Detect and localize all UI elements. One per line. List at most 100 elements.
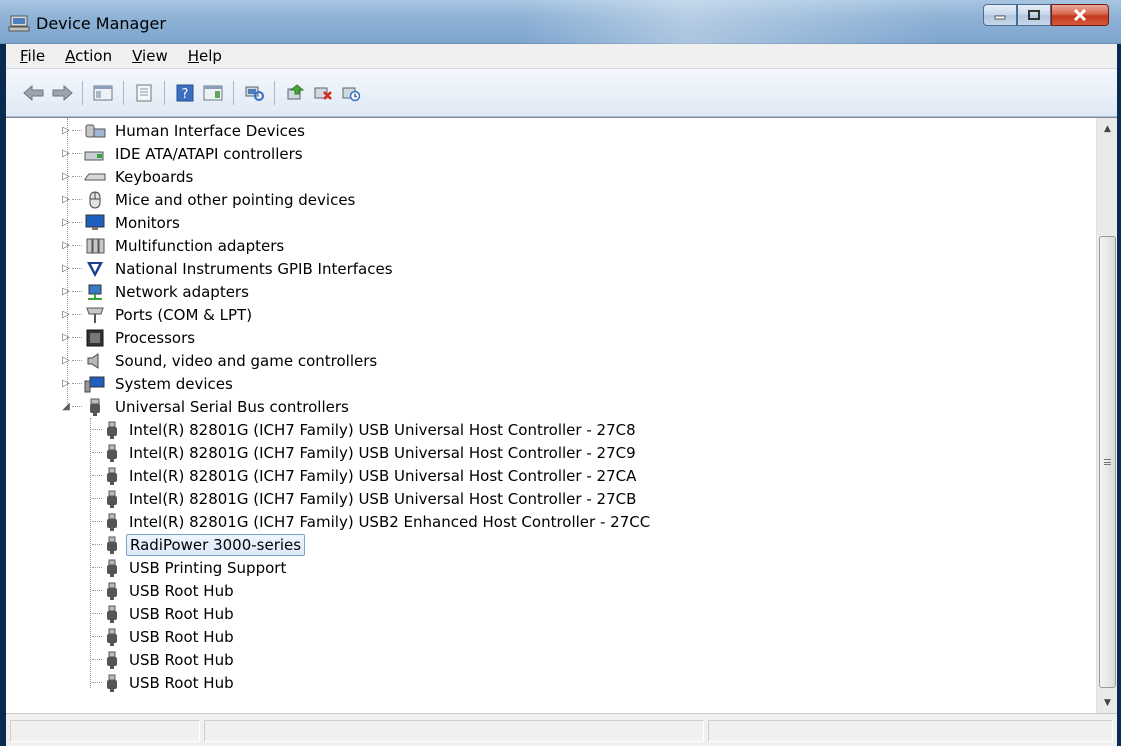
tree-node-usb-child[interactable]: USB Root Hub: [92, 671, 237, 694]
expand-icon[interactable]: ▷: [60, 309, 72, 320]
tree-node-radipower[interactable]: RadiPower 3000-series: [92, 533, 306, 556]
tree-node-label: Mice and other pointing devices: [115, 190, 356, 209]
tree-node-usb-child[interactable]: Intel(R) 82801G (ICH7 Family) USB Univer…: [92, 464, 639, 487]
tree-node-label: USB Printing Support: [129, 558, 287, 577]
tree-node-multifunction[interactable]: ▷ Multifunction adapters: [60, 234, 287, 257]
menu-help[interactable]: Help: [180, 47, 230, 65]
expand-icon[interactable]: ▷: [60, 378, 72, 389]
tree-connector-dots: [72, 360, 82, 361]
menu-view-accel: V: [132, 47, 143, 65]
back-icon: [23, 84, 44, 101]
scan-hardware-button[interactable]: [242, 81, 266, 105]
hid-icon: [85, 124, 106, 137]
tree-connector-dots: [72, 383, 82, 384]
scrollbar-thumb[interactable]: [1099, 236, 1116, 688]
usb-device-icon: [107, 490, 117, 508]
show-hide-console-tree-icon: [93, 85, 113, 100]
toolbar-separator: [233, 80, 234, 105]
collapse-icon[interactable]: ◢: [60, 401, 72, 412]
multifunction-adapter-icon: [86, 238, 105, 253]
back-button[interactable]: [22, 81, 46, 105]
tree-node-keyboards[interactable]: ▷ Keyboards: [60, 165, 196, 188]
tree-node-processors[interactable]: ▷ Processors: [60, 326, 198, 349]
tree-node-usb-child[interactable]: Intel(R) 82801G (ICH7 Family) USB2 Enhan…: [92, 510, 653, 533]
expand-icon[interactable]: ▷: [60, 125, 72, 136]
tree-node-monitors[interactable]: ▷ Monitors: [60, 211, 183, 234]
scroll-down-button[interactable]: ▼: [1097, 694, 1118, 712]
window-title: Device Manager: [36, 14, 166, 33]
properties-button[interactable]: [132, 81, 156, 105]
tree-node-usb-child[interactable]: USB Root Hub: [92, 579, 237, 602]
tree-node-sound[interactable]: ▷ Sound, video and game controllers: [60, 349, 380, 372]
keyboard-icon: [84, 173, 106, 180]
update-driver-button[interactable]: [283, 81, 307, 105]
svg-text:?: ?: [182, 87, 189, 102]
scroll-up-button[interactable]: ▲: [1097, 120, 1118, 138]
tree-node-label: Monitors: [115, 213, 180, 232]
vertical-scrollbar[interactable]: ▲ ▼: [1096, 118, 1117, 714]
expand-icon[interactable]: ▷: [60, 217, 72, 228]
tree-node-usb-child[interactable]: Intel(R) 82801G (ICH7 Family) USB Univer…: [92, 418, 639, 441]
expand-icon[interactable]: ▷: [60, 148, 72, 159]
show-hide-action-pane-button[interactable]: [201, 81, 225, 105]
device-tree: ▷ Human Interface Devices ▷ IDE ATA/ATAP…: [6, 118, 1096, 714]
menu-view[interactable]: View: [124, 47, 176, 65]
tree-node-ports[interactable]: ▷ Ports (COM & LPT): [60, 303, 255, 326]
processor-icon: [86, 329, 104, 346]
tree-connector-dots: [92, 636, 102, 637]
close-button[interactable]: [1051, 4, 1109, 26]
tree-node-label: Sound, video and game controllers: [115, 351, 378, 370]
maximize-button[interactable]: [1017, 4, 1051, 26]
usb-device-icon: [107, 582, 117, 600]
tree-connector-dots: [72, 222, 82, 223]
forward-button[interactable]: [50, 81, 74, 105]
help-button[interactable]: ?: [173, 81, 197, 105]
system-devices-icon: [84, 376, 105, 392]
disable-button[interactable]: [339, 81, 363, 105]
ide-controller-icon: [84, 151, 104, 160]
show-hide-console-tree-button[interactable]: [91, 81, 115, 105]
tree-node-label: Intel(R) 82801G (ICH7 Family) USB Univer…: [129, 420, 636, 439]
menu-help-rest: elp: [199, 47, 222, 65]
tree-node-system-devices[interactable]: ▷ System devices: [60, 372, 236, 395]
tree-node-usb-child[interactable]: USB Root Hub: [92, 625, 237, 648]
scroll-up-icon: ▲: [1104, 124, 1111, 134]
tree-connector-dots: [92, 659, 102, 660]
tree-node-hid[interactable]: ▷ Human Interface Devices: [60, 119, 308, 142]
menu-file[interactable]: File: [12, 47, 53, 65]
tree-connector-dots: [92, 544, 102, 545]
expand-icon[interactable]: ▷: [60, 240, 72, 251]
expand-icon[interactable]: ▷: [60, 263, 72, 274]
tree-node-label: Keyboards: [115, 167, 194, 186]
tree-node-usb-child[interactable]: USB Printing Support: [92, 556, 289, 579]
expand-icon[interactable]: ▷: [60, 332, 72, 343]
tree-node-label: National Instruments GPIB Interfaces: [115, 259, 393, 278]
tree-node-network[interactable]: ▷ Network adapters: [60, 280, 252, 303]
tree-connector-dots: [72, 245, 82, 246]
menu-action[interactable]: Action: [57, 47, 120, 65]
tree-node-usb-child[interactable]: Intel(R) 82801G (ICH7 Family) USB Univer…: [92, 441, 639, 464]
expand-icon[interactable]: ▷: [60, 286, 72, 297]
uninstall-button[interactable]: [311, 81, 335, 105]
device-manager-icon: [8, 15, 30, 32]
expand-icon[interactable]: ▷: [60, 355, 72, 366]
tree-node-usb-child[interactable]: USB Root Hub: [92, 648, 237, 671]
tree-node-label: IDE ATA/ATAPI controllers: [115, 144, 303, 163]
minimize-button[interactable]: [983, 4, 1017, 26]
expand-icon[interactable]: ▷: [60, 171, 72, 182]
tree-node-ni-gpib[interactable]: ▷ National Instruments GPIB Interfaces: [60, 257, 396, 280]
tree-node-ide[interactable]: ▷ IDE ATA/ATAPI controllers: [60, 142, 306, 165]
tree-node-usb-controllers[interactable]: ◢ Universal Serial Bus controllers: [60, 395, 352, 418]
title-bar[interactable]: Device Manager: [0, 0, 1121, 44]
tree-node-usb-child[interactable]: USB Root Hub: [92, 602, 237, 625]
tree-connector-dots: [92, 613, 102, 614]
tree-node-label: Human Interface Devices: [115, 121, 305, 140]
tree-node-mice[interactable]: ▷ Mice and other pointing devices: [60, 188, 358, 211]
tree-node-usb-child[interactable]: Intel(R) 82801G (ICH7 Family) USB Univer…: [92, 487, 639, 510]
menu-file-rest: ile: [27, 47, 46, 65]
expand-icon[interactable]: ▷: [60, 194, 72, 205]
tree-connector-dots: [72, 314, 82, 315]
menu-action-accel: A: [65, 47, 76, 65]
help-icon: ?: [176, 84, 194, 102]
menu-view-rest: iew: [142, 47, 168, 65]
